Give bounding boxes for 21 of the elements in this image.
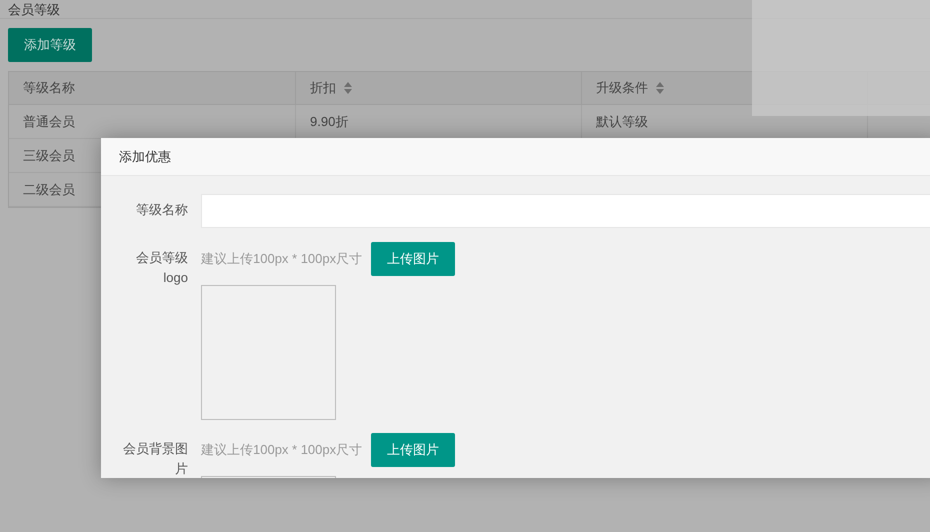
upload-button[interactable]: 上传图片 xyxy=(371,242,456,276)
field-label: 等级名称 xyxy=(135,201,188,219)
sort-icon xyxy=(344,82,352,94)
table-cell-text: 二级会员 xyxy=(23,180,75,199)
add-level-button[interactable]: 添加等级 xyxy=(8,28,92,62)
sort-icon xyxy=(656,82,664,94)
table-cell-text: 默认等级 xyxy=(596,112,648,131)
column-header[interactable]: 折扣 xyxy=(310,78,336,98)
page-title: 会员等级 xyxy=(8,1,60,18)
upload-hint: 建议上传100px * 100px尺寸 xyxy=(201,250,362,268)
column-header[interactable]: 等级名称 xyxy=(23,78,75,98)
table-cell-text: 9.90折 xyxy=(310,112,348,131)
text-input-field[interactable] xyxy=(201,194,930,228)
table-cell-text: 普通会员 xyxy=(23,112,75,131)
table-cell-text: 三级会员 xyxy=(23,146,75,165)
upload-hint: 建议上传100px * 100px尺寸 xyxy=(201,441,362,460)
column-header[interactable]: 升级条件 xyxy=(596,78,648,98)
upload-button[interactable]: 上传图片 xyxy=(371,433,456,467)
modal-title: 添加优惠 xyxy=(119,148,171,166)
field-label: 会员等级logo xyxy=(135,249,188,287)
field-label: 会员背景图片 xyxy=(122,440,188,478)
